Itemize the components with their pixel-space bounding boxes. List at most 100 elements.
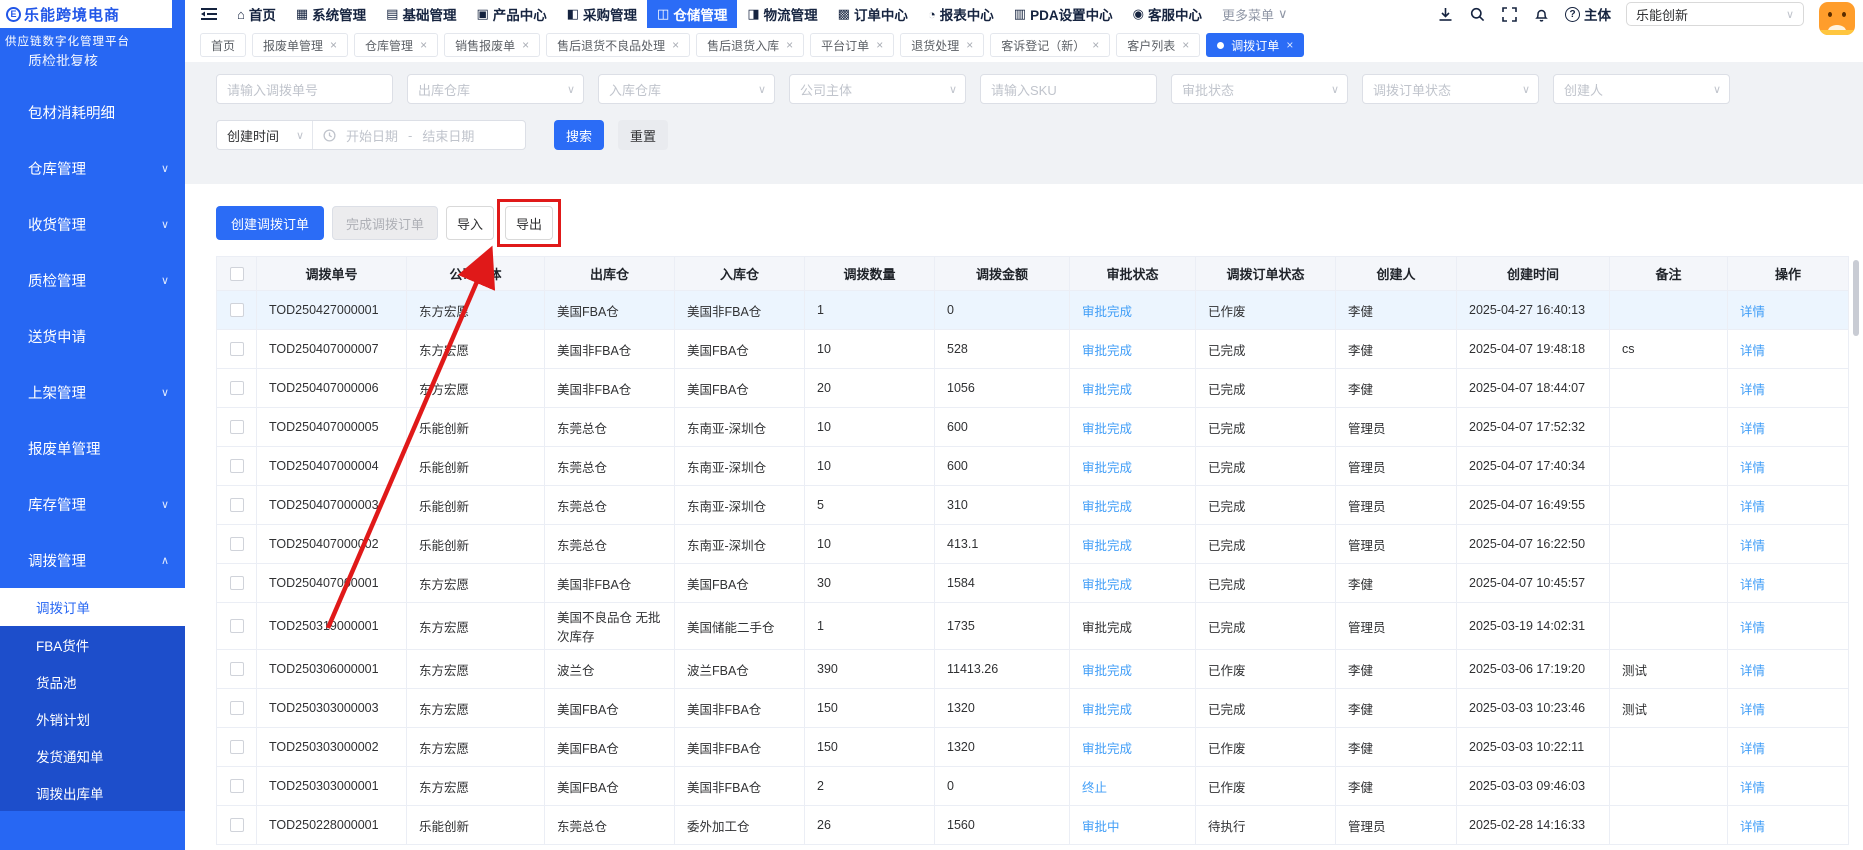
approval-status-link[interactable]: 审批完成 bbox=[1082, 703, 1132, 717]
sidebar-subitem-5[interactable]: 调拨出库单 bbox=[0, 774, 185, 811]
tab-3[interactable]: 销售报废单× bbox=[444, 33, 540, 57]
row-checkbox[interactable] bbox=[230, 537, 244, 551]
sidebar-item-8[interactable]: 调拨管理∧ bbox=[0, 532, 185, 588]
sidebar-subitem-4[interactable]: 发货通知单 bbox=[0, 737, 185, 774]
tab-8[interactable]: 客诉登记（新）× bbox=[990, 33, 1110, 57]
approval-status-link[interactable]: 终止 bbox=[1082, 781, 1107, 795]
vertical-scrollbar-thumb[interactable] bbox=[1853, 260, 1859, 336]
entity-select[interactable]: 乐能创新 ∨ bbox=[1626, 2, 1804, 26]
select-all-checkbox[interactable] bbox=[230, 267, 244, 281]
nav-item-warehouse[interactable]: ◫仓储管理 bbox=[647, 0, 737, 28]
detail-link[interactable]: 详情 bbox=[1740, 621, 1765, 635]
close-icon[interactable]: × bbox=[786, 39, 793, 51]
sidebar-item-0[interactable]: 包材消耗明细 bbox=[0, 84, 185, 140]
row-checkbox[interactable] bbox=[230, 662, 244, 676]
reset-button[interactable]: 重置 bbox=[618, 120, 668, 150]
complete-transfer-order-button[interactable]: 完成调拨订单 bbox=[332, 206, 438, 240]
avatar[interactable] bbox=[1819, 2, 1855, 35]
detail-link[interactable]: 详情 bbox=[1740, 344, 1765, 358]
import-button[interactable]: 导入 bbox=[446, 206, 494, 240]
approval-status-link[interactable]: 审批完成 bbox=[1082, 500, 1132, 514]
nav-item-purchase[interactable]: ◧采购管理 bbox=[557, 0, 647, 28]
sidebar-subitem-0[interactable]: 调拨订单 bbox=[0, 588, 185, 626]
approval-status-link[interactable]: 审批中 bbox=[1082, 820, 1120, 834]
tab-1[interactable]: 报废单管理× bbox=[252, 33, 348, 57]
row-checkbox[interactable] bbox=[230, 303, 244, 317]
nav-item-logistics[interactable]: ◨物流管理 bbox=[737, 0, 827, 28]
detail-link[interactable]: 详情 bbox=[1740, 500, 1765, 514]
close-icon[interactable]: × bbox=[672, 39, 679, 51]
nav-item-service[interactable]: ◉客服中心 bbox=[1123, 0, 1212, 28]
detail-link[interactable]: 详情 bbox=[1740, 539, 1765, 553]
row-checkbox[interactable] bbox=[230, 701, 244, 715]
notification-bell-icon[interactable] bbox=[1533, 6, 1550, 23]
sidebar-item-1[interactable]: 仓库管理∨ bbox=[0, 140, 185, 196]
approval-status-link[interactable]: 审批完成 bbox=[1082, 664, 1132, 678]
tab-4[interactable]: 售后退货不良品处理× bbox=[546, 33, 690, 57]
close-icon[interactable]: × bbox=[1182, 39, 1189, 51]
detail-link[interactable]: 详情 bbox=[1740, 383, 1765, 397]
sidebar-item-3[interactable]: 质检管理∨ bbox=[0, 252, 185, 308]
filter-select-2[interactable]: 入库仓库∨ bbox=[598, 74, 775, 104]
tab-7[interactable]: 退货处理× bbox=[900, 33, 984, 57]
tab-10[interactable]: 调拨订单× bbox=[1206, 33, 1304, 57]
nav-item-system[interactable]: ▦系统管理 bbox=[286, 0, 376, 28]
tab-9[interactable]: 客户列表× bbox=[1116, 33, 1200, 57]
close-icon[interactable]: × bbox=[522, 39, 529, 51]
nav-item-order[interactable]: ▩订单中心 bbox=[828, 0, 918, 28]
detail-link[interactable]: 详情 bbox=[1740, 742, 1765, 756]
filter-input-4[interactable]: 请输入SKU bbox=[980, 74, 1157, 104]
close-icon[interactable]: × bbox=[1092, 39, 1099, 51]
row-checkbox[interactable] bbox=[230, 342, 244, 356]
sidebar-item-2[interactable]: 收货管理∨ bbox=[0, 196, 185, 252]
close-icon[interactable]: × bbox=[966, 39, 973, 51]
nav-item-base[interactable]: ▤基础管理 bbox=[376, 0, 466, 28]
sidebar-subitem-1[interactable]: FBA货件 bbox=[0, 626, 185, 663]
filter-select-7[interactable]: 创建人∨ bbox=[1553, 74, 1730, 104]
search-button[interactable]: 搜索 bbox=[554, 120, 604, 150]
row-checkbox[interactable] bbox=[230, 619, 244, 633]
time-type-select[interactable]: 创建时间 ∨ bbox=[217, 121, 313, 149]
export-button[interactable]: 导出 bbox=[505, 206, 553, 240]
row-checkbox[interactable] bbox=[230, 779, 244, 793]
filter-select-3[interactable]: 公司主体∨ bbox=[789, 74, 966, 104]
row-checkbox[interactable] bbox=[230, 459, 244, 473]
fullscreen-icon[interactable] bbox=[1501, 6, 1518, 23]
tab-0[interactable]: 首页 bbox=[200, 33, 246, 57]
download-icon[interactable] bbox=[1437, 6, 1454, 23]
search-icon[interactable] bbox=[1469, 6, 1486, 23]
collapse-menu-icon[interactable] bbox=[201, 7, 217, 21]
filter-select-6[interactable]: 调拨订单状态∨ bbox=[1362, 74, 1539, 104]
detail-link[interactable]: 详情 bbox=[1740, 305, 1765, 319]
nav-item-home[interactable]: ⌂首页 bbox=[227, 0, 286, 28]
more-menu-button[interactable]: 更多菜单∨ bbox=[1212, 5, 1298, 24]
row-checkbox[interactable] bbox=[230, 498, 244, 512]
approval-status-link[interactable]: 审批完成 bbox=[1082, 305, 1132, 319]
create-transfer-order-button[interactable]: 创建调拨订单 bbox=[216, 206, 324, 240]
approval-status-link[interactable]: 审批完成 bbox=[1082, 578, 1132, 592]
detail-link[interactable]: 详情 bbox=[1740, 820, 1765, 834]
detail-link[interactable]: 详情 bbox=[1740, 664, 1765, 678]
filter-input-0[interactable]: 请输入调拨单号 bbox=[216, 74, 393, 104]
sidebar-subitem-3[interactable]: 外销计划 bbox=[0, 700, 185, 737]
close-icon[interactable]: × bbox=[330, 39, 337, 51]
approval-status-link[interactable]: 审批完成 bbox=[1082, 383, 1132, 397]
approval-status-link[interactable]: 审批完成 bbox=[1082, 742, 1132, 756]
detail-link[interactable]: 详情 bbox=[1740, 703, 1765, 717]
approval-status-link[interactable]: 审批完成 bbox=[1082, 539, 1132, 553]
sidebar-subitem-2[interactable]: 货品池 bbox=[0, 663, 185, 700]
row-checkbox[interactable] bbox=[230, 420, 244, 434]
close-icon[interactable]: × bbox=[876, 39, 883, 51]
row-checkbox[interactable] bbox=[230, 381, 244, 395]
close-icon[interactable]: × bbox=[420, 39, 427, 51]
sidebar-item-clipped[interactable]: 质检批复核 bbox=[0, 53, 185, 66]
filter-select-1[interactable]: 出库仓库∨ bbox=[407, 74, 584, 104]
date-range-input[interactable]: 开始日期 - 结束日期 bbox=[313, 121, 525, 149]
detail-link[interactable]: 详情 bbox=[1740, 422, 1765, 436]
sidebar-item-4[interactable]: 送货申请 bbox=[0, 308, 185, 364]
approval-status-link[interactable]: 审批完成 bbox=[1082, 461, 1132, 475]
row-checkbox[interactable] bbox=[230, 576, 244, 590]
row-checkbox[interactable] bbox=[230, 818, 244, 832]
detail-link[interactable]: 详情 bbox=[1740, 461, 1765, 475]
sidebar-item-6[interactable]: 报废单管理 bbox=[0, 420, 185, 476]
